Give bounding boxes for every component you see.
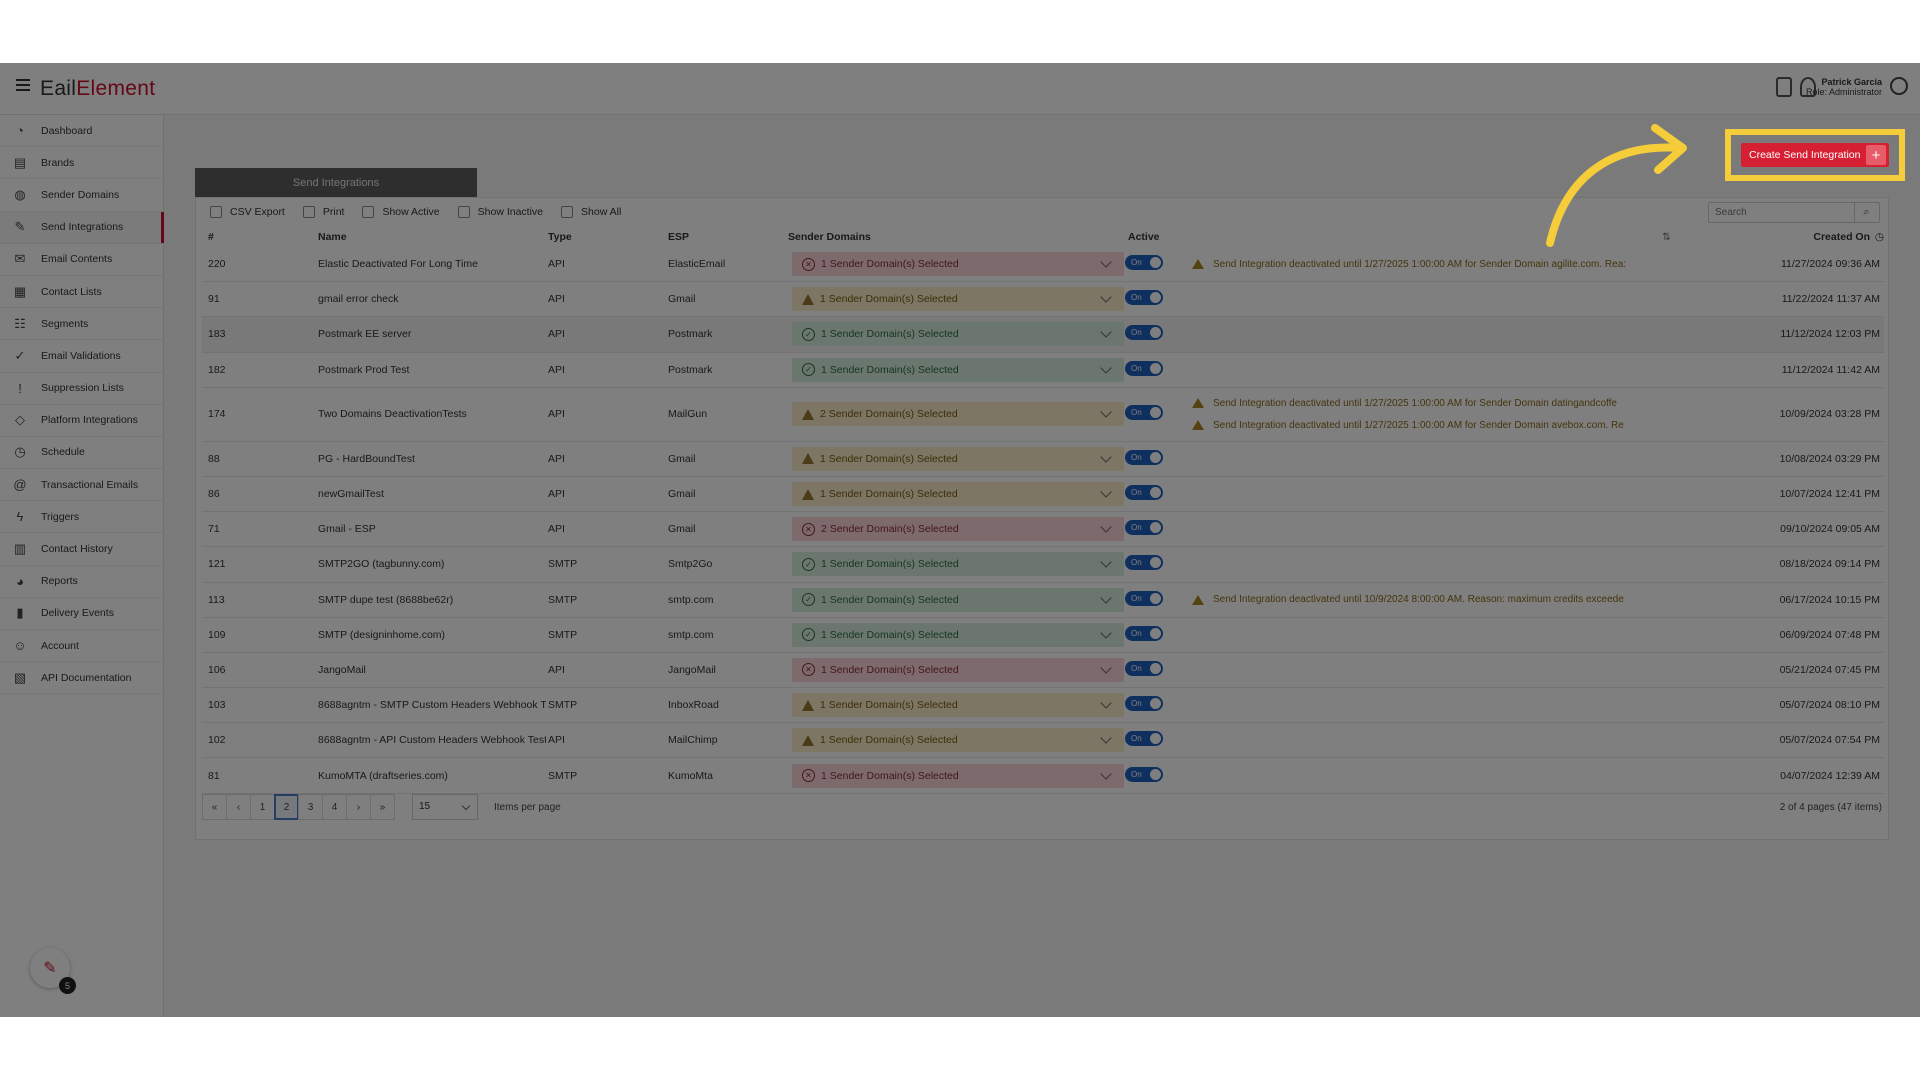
highlight-box [1725,129,1905,181]
pointer-arrow [1546,124,1687,247]
app-frame: EailElement Patrick Garcia Role: Adminis… [0,63,1920,1017]
